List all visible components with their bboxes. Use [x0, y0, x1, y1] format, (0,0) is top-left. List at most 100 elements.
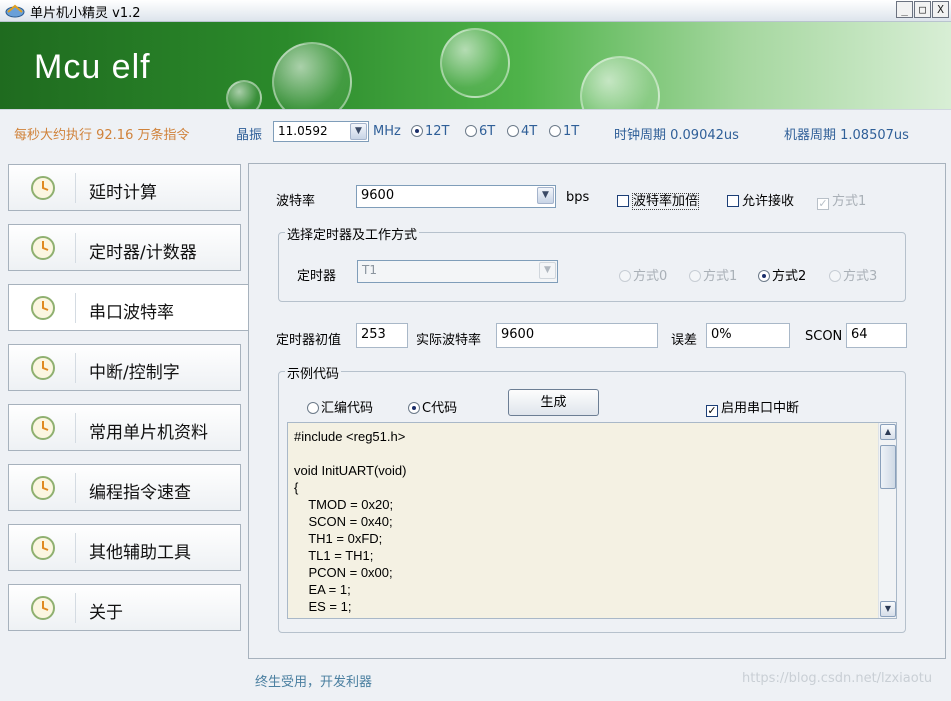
generate-button[interactable]: 生成: [508, 389, 599, 416]
sidebar-item-about[interactable]: 关于: [8, 584, 241, 631]
chevron-down-icon[interactable]: ▼: [350, 123, 367, 140]
speed-text: 每秒大约执行 92.16 万条指令: [14, 128, 190, 143]
divider: [75, 413, 76, 443]
mode1-checkbox: ✓ 方式1: [817, 190, 866, 210]
footer-slogan: 终生受用，开发利器: [255, 675, 373, 690]
error-field[interactable]: 0%: [706, 323, 790, 348]
asm-code-label: 汇编代码: [321, 401, 374, 416]
checkbox-icon: ✓: [817, 197, 829, 210]
divider: [75, 233, 76, 263]
mode-radio-4t[interactable]: 4T: [507, 124, 537, 139]
footer-watermark: https://blog.csdn.net/lzxiaotu: [742, 671, 933, 686]
clock-icon: [31, 176, 55, 200]
baud-label: 波特率: [276, 194, 316, 209]
checkbox-icon[interactable]: [617, 195, 629, 207]
timer-mode2-radio[interactable]: 方式2: [758, 265, 806, 284]
sidebar-item-delay-calc[interactable]: 延时计算: [8, 164, 241, 211]
clock-icon: [31, 476, 55, 500]
double-baud-label: 波特率加倍: [632, 193, 700, 210]
machine-period: 机器周期 1.08507us: [784, 128, 909, 143]
actual-baud-field[interactable]: 9600: [496, 323, 658, 348]
code-line: PCON = 0x00;: [294, 565, 393, 580]
allow-receive-checkbox[interactable]: 允许接收: [727, 190, 794, 209]
mode-radio-6t[interactable]: 6T: [465, 124, 495, 139]
divider: [75, 293, 76, 323]
asm-code-radio[interactable]: 汇编代码: [307, 397, 373, 416]
divider: [75, 593, 76, 623]
scroll-down-icon[interactable]: ▼: [880, 601, 896, 617]
checkbox-icon[interactable]: ✓: [706, 405, 718, 417]
sidebar-item-other-tools[interactable]: 其他辅助工具: [8, 524, 241, 571]
radio-icon[interactable]: [307, 402, 319, 414]
chevron-down-icon[interactable]: ▼: [537, 187, 554, 204]
radio-icon[interactable]: [507, 125, 519, 137]
info-bar: 每秒大约执行 92.16 万条指令 晶振 11.0592 ▼ MHz 12T 6…: [0, 109, 951, 155]
radio-icon[interactable]: [465, 125, 477, 137]
timer-label: 定时器: [297, 269, 337, 284]
timer-mode-label: 方式0: [633, 269, 668, 284]
scroll-thumb[interactable]: [880, 445, 896, 489]
clock-icon: [31, 536, 55, 560]
clock-icon: [31, 356, 55, 380]
scroll-up-icon[interactable]: ▲: [880, 424, 896, 440]
mode1-label: 方式1: [832, 194, 867, 209]
mode-radio-1t[interactable]: 1T: [549, 124, 579, 139]
mode-label: 4T: [521, 124, 538, 139]
c-code-radio[interactable]: C代码: [408, 397, 457, 416]
radio-icon[interactable]: [758, 270, 770, 282]
baud-unit: bps: [566, 190, 590, 205]
app-logo: Mcu elf: [34, 48, 151, 86]
code-line: EA = 1;: [294, 582, 351, 597]
crystal-unit: MHz: [373, 124, 401, 139]
code-editor[interactable]: #include <reg51.h> void InitUART(void) {…: [287, 422, 897, 619]
mode-label: 12T: [425, 124, 450, 139]
radio-icon[interactable]: [549, 125, 561, 137]
code-line: TMOD = 0x20;: [294, 497, 394, 512]
decorative-bubble: [440, 28, 510, 98]
vertical-scrollbar[interactable]: ▲ ▼: [878, 423, 896, 618]
code-line: TL1 = TH1;: [294, 548, 374, 563]
timer-mode1-radio: 方式1: [689, 265, 737, 284]
decorative-bubble: [226, 80, 262, 109]
sidebar-item-instruction-ref[interactable]: 编程指令速查: [8, 464, 241, 511]
radio-icon[interactable]: [411, 125, 423, 137]
mode-radio-12t[interactable]: 12T: [411, 124, 449, 139]
init-value-label: 定时器初值: [276, 333, 342, 348]
radio-icon[interactable]: [408, 402, 420, 414]
timer-mode0-radio: 方式0: [619, 265, 667, 284]
divider: [75, 533, 76, 563]
crystal-value: 11.0592: [278, 124, 328, 138]
baud-select[interactable]: 9600 ▼: [356, 185, 556, 208]
sidebar-item-label: 中断/控制字: [89, 363, 180, 383]
header-banner: Mcu elf: [0, 22, 951, 109]
baud-value: 9600: [361, 188, 395, 203]
sidebar-item-mcu-docs[interactable]: 常用单片机资料: [8, 404, 241, 451]
sidebar-item-timer-counter[interactable]: 定时器/计数器: [8, 224, 241, 271]
timer-select: T1 ▼: [357, 260, 558, 283]
error-label: 误差: [671, 333, 698, 348]
timer-mode-label: 方式1: [703, 269, 738, 284]
scon-field[interactable]: 64: [846, 323, 907, 348]
divider: [75, 173, 76, 203]
sidebar-item-label: 定时器/计数器: [89, 243, 197, 263]
decorative-bubble: [580, 56, 660, 109]
crystal-select[interactable]: 11.0592 ▼: [273, 121, 369, 142]
maximize-button[interactable]: □: [914, 1, 931, 18]
double-baud-checkbox[interactable]: 波特率加倍: [617, 190, 700, 210]
title-bar: 单片机小精灵 v1.2 _ □ X: [0, 0, 951, 22]
window-controls: _ □ X: [896, 1, 949, 18]
enable-interrupt-checkbox[interactable]: ✓ 启用串口中断: [706, 397, 799, 417]
main-panel: 波特率 9600 ▼ bps 波特率加倍 允许接收 ✓ 方式1 选择定时器及工作方…: [248, 163, 946, 659]
sidebar-item-interrupt-control[interactable]: 中断/控制字: [8, 344, 241, 391]
sidebar-item-serial-baud[interactable]: 串口波特率: [8, 284, 248, 331]
scon-label: SCON: [805, 329, 843, 344]
timer-group-title: 选择定时器及工作方式: [285, 224, 420, 243]
init-value-field[interactable]: 253: [356, 323, 408, 348]
minimize-button[interactable]: _: [896, 1, 913, 18]
radio-icon: [619, 270, 631, 282]
code-group-title: 示例代码: [285, 363, 342, 382]
checkbox-icon[interactable]: [727, 195, 739, 207]
close-button[interactable]: X: [932, 1, 949, 18]
divider: [75, 473, 76, 503]
timer-mode3-radio: 方式3: [829, 265, 877, 284]
